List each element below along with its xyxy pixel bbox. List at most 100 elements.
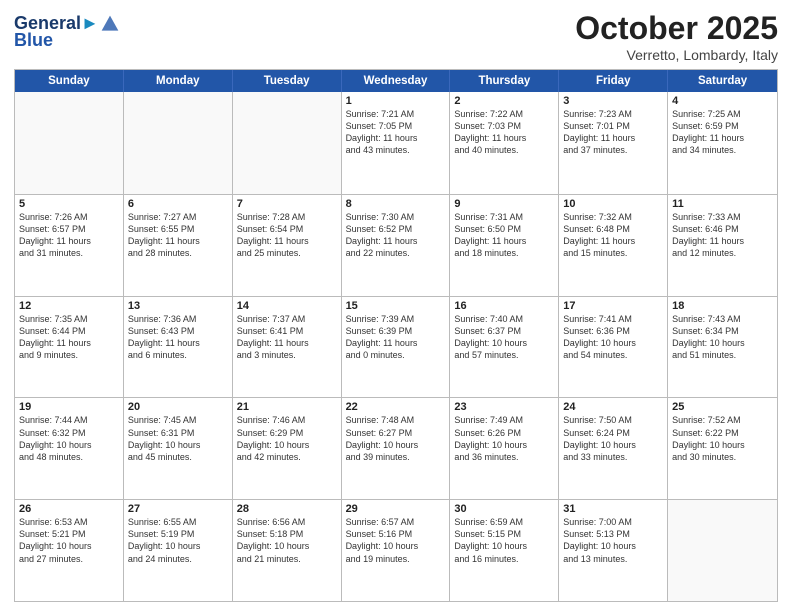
- cell-line: and 0 minutes.: [346, 349, 446, 361]
- calendar-cell-4-7: 25Sunrise: 7:52 AMSunset: 6:22 PMDayligh…: [668, 398, 777, 499]
- cell-line: Sunset: 6:26 PM: [454, 427, 554, 439]
- cell-line: Sunset: 6:27 PM: [346, 427, 446, 439]
- cell-line: Sunset: 6:34 PM: [672, 325, 773, 337]
- calendar-row-5: 26Sunrise: 6:53 AMSunset: 5:21 PMDayligh…: [15, 499, 777, 601]
- cell-line: and 21 minutes.: [237, 553, 337, 565]
- weekday-header-thursday: Thursday: [450, 70, 559, 92]
- calendar-cell-5-1: 26Sunrise: 6:53 AMSunset: 5:21 PMDayligh…: [15, 500, 124, 601]
- cell-line: Sunrise: 7:31 AM: [454, 211, 554, 223]
- calendar-cell-1-7: 4Sunrise: 7:25 AMSunset: 6:59 PMDaylight…: [668, 92, 777, 194]
- cell-line: and 42 minutes.: [237, 451, 337, 463]
- cell-line: and 27 minutes.: [19, 553, 119, 565]
- day-number: 11: [672, 198, 773, 210]
- day-number: 31: [563, 503, 663, 515]
- cell-line: and 34 minutes.: [672, 144, 773, 156]
- weekday-header-friday: Friday: [559, 70, 668, 92]
- cell-line: Sunrise: 7:50 AM: [563, 414, 663, 426]
- cell-line: Daylight: 11 hours: [346, 132, 446, 144]
- cell-line: Sunset: 6:31 PM: [128, 427, 228, 439]
- cell-line: Daylight: 10 hours: [454, 540, 554, 552]
- cell-line: Sunrise: 7:40 AM: [454, 313, 554, 325]
- calendar-cell-1-4: 1Sunrise: 7:21 AMSunset: 7:05 PMDaylight…: [342, 92, 451, 194]
- cell-line: Daylight: 10 hours: [19, 540, 119, 552]
- cell-line: and 43 minutes.: [346, 144, 446, 156]
- day-number: 19: [19, 401, 119, 413]
- day-number: 27: [128, 503, 228, 515]
- logo: General► Blue: [14, 14, 120, 51]
- day-number: 25: [672, 401, 773, 413]
- cell-line: Daylight: 10 hours: [563, 439, 663, 451]
- cell-line: Sunset: 6:32 PM: [19, 427, 119, 439]
- weekday-header-sunday: Sunday: [15, 70, 124, 92]
- weekday-header-tuesday: Tuesday: [233, 70, 342, 92]
- cell-line: Sunrise: 7:21 AM: [346, 108, 446, 120]
- cell-line: Daylight: 11 hours: [19, 235, 119, 247]
- day-number: 18: [672, 300, 773, 312]
- calendar-cell-2-1: 5Sunrise: 7:26 AMSunset: 6:57 PMDaylight…: [15, 195, 124, 296]
- calendar-cell-1-3: [233, 92, 342, 194]
- cell-line: Daylight: 11 hours: [346, 235, 446, 247]
- calendar-cell-2-5: 9Sunrise: 7:31 AMSunset: 6:50 PMDaylight…: [450, 195, 559, 296]
- cell-line: and 6 minutes.: [128, 349, 228, 361]
- calendar-cell-3-3: 14Sunrise: 7:37 AMSunset: 6:41 PMDayligh…: [233, 297, 342, 398]
- cell-line: Daylight: 10 hours: [128, 439, 228, 451]
- cell-line: Sunrise: 7:36 AM: [128, 313, 228, 325]
- cell-line: Daylight: 10 hours: [454, 439, 554, 451]
- cell-line: Daylight: 11 hours: [237, 235, 337, 247]
- calendar-cell-3-7: 18Sunrise: 7:43 AMSunset: 6:34 PMDayligh…: [668, 297, 777, 398]
- cell-line: and 48 minutes.: [19, 451, 119, 463]
- cell-line: Daylight: 10 hours: [454, 337, 554, 349]
- cell-line: Daylight: 10 hours: [19, 439, 119, 451]
- cell-line: Sunrise: 7:23 AM: [563, 108, 663, 120]
- calendar-cell-4-3: 21Sunrise: 7:46 AMSunset: 6:29 PMDayligh…: [233, 398, 342, 499]
- cell-line: Sunset: 6:52 PM: [346, 223, 446, 235]
- calendar-cell-5-6: 31Sunrise: 7:00 AMSunset: 5:13 PMDayligh…: [559, 500, 668, 601]
- cell-line: Daylight: 11 hours: [672, 132, 773, 144]
- cell-line: and 45 minutes.: [128, 451, 228, 463]
- day-number: 14: [237, 300, 337, 312]
- day-number: 29: [346, 503, 446, 515]
- calendar-cell-5-4: 29Sunrise: 6:57 AMSunset: 5:16 PMDayligh…: [342, 500, 451, 601]
- calendar: SundayMondayTuesdayWednesdayThursdayFrid…: [14, 69, 778, 602]
- cell-line: and 24 minutes.: [128, 553, 228, 565]
- cell-line: Sunrise: 7:46 AM: [237, 414, 337, 426]
- cell-line: Sunrise: 7:26 AM: [19, 211, 119, 223]
- cell-line: Sunrise: 7:25 AM: [672, 108, 773, 120]
- logo-bottom: Blue: [14, 30, 53, 50]
- cell-line: Sunset: 6:48 PM: [563, 223, 663, 235]
- month-title: October 2025: [575, 10, 778, 47]
- calendar-cell-3-4: 15Sunrise: 7:39 AMSunset: 6:39 PMDayligh…: [342, 297, 451, 398]
- day-number: 22: [346, 401, 446, 413]
- cell-line: Sunset: 6:46 PM: [672, 223, 773, 235]
- calendar-cell-2-6: 10Sunrise: 7:32 AMSunset: 6:48 PMDayligh…: [559, 195, 668, 296]
- calendar-row-3: 12Sunrise: 7:35 AMSunset: 6:44 PMDayligh…: [15, 296, 777, 398]
- day-number: 23: [454, 401, 554, 413]
- day-number: 1: [346, 95, 446, 107]
- page: General► Blue October 2025 Verretto, Lom…: [0, 0, 792, 612]
- cell-line: Sunset: 5:16 PM: [346, 528, 446, 540]
- cell-line: Sunrise: 7:27 AM: [128, 211, 228, 223]
- day-number: 12: [19, 300, 119, 312]
- cell-line: Daylight: 11 hours: [454, 132, 554, 144]
- day-number: 16: [454, 300, 554, 312]
- day-number: 5: [19, 198, 119, 210]
- calendar-cell-2-3: 7Sunrise: 7:28 AMSunset: 6:54 PMDaylight…: [233, 195, 342, 296]
- calendar-cell-1-5: 2Sunrise: 7:22 AMSunset: 7:03 PMDaylight…: [450, 92, 559, 194]
- cell-line: Sunset: 6:29 PM: [237, 427, 337, 439]
- cell-line: Daylight: 11 hours: [19, 337, 119, 349]
- cell-line: Sunrise: 7:45 AM: [128, 414, 228, 426]
- cell-line: Sunset: 6:36 PM: [563, 325, 663, 337]
- calendar-row-1: 1Sunrise: 7:21 AMSunset: 7:05 PMDaylight…: [15, 92, 777, 194]
- cell-line: and 36 minutes.: [454, 451, 554, 463]
- cell-line: Sunset: 5:21 PM: [19, 528, 119, 540]
- cell-line: Daylight: 10 hours: [128, 540, 228, 552]
- calendar-cell-2-2: 6Sunrise: 7:27 AMSunset: 6:55 PMDaylight…: [124, 195, 233, 296]
- cell-line: Sunrise: 7:52 AM: [672, 414, 773, 426]
- cell-line: Sunrise: 7:32 AM: [563, 211, 663, 223]
- cell-line: and 19 minutes.: [346, 553, 446, 565]
- calendar-header: SundayMondayTuesdayWednesdayThursdayFrid…: [15, 70, 777, 92]
- cell-line: Sunrise: 7:28 AM: [237, 211, 337, 223]
- cell-line: Daylight: 10 hours: [672, 439, 773, 451]
- cell-line: and 15 minutes.: [563, 247, 663, 259]
- calendar-cell-1-6: 3Sunrise: 7:23 AMSunset: 7:01 PMDaylight…: [559, 92, 668, 194]
